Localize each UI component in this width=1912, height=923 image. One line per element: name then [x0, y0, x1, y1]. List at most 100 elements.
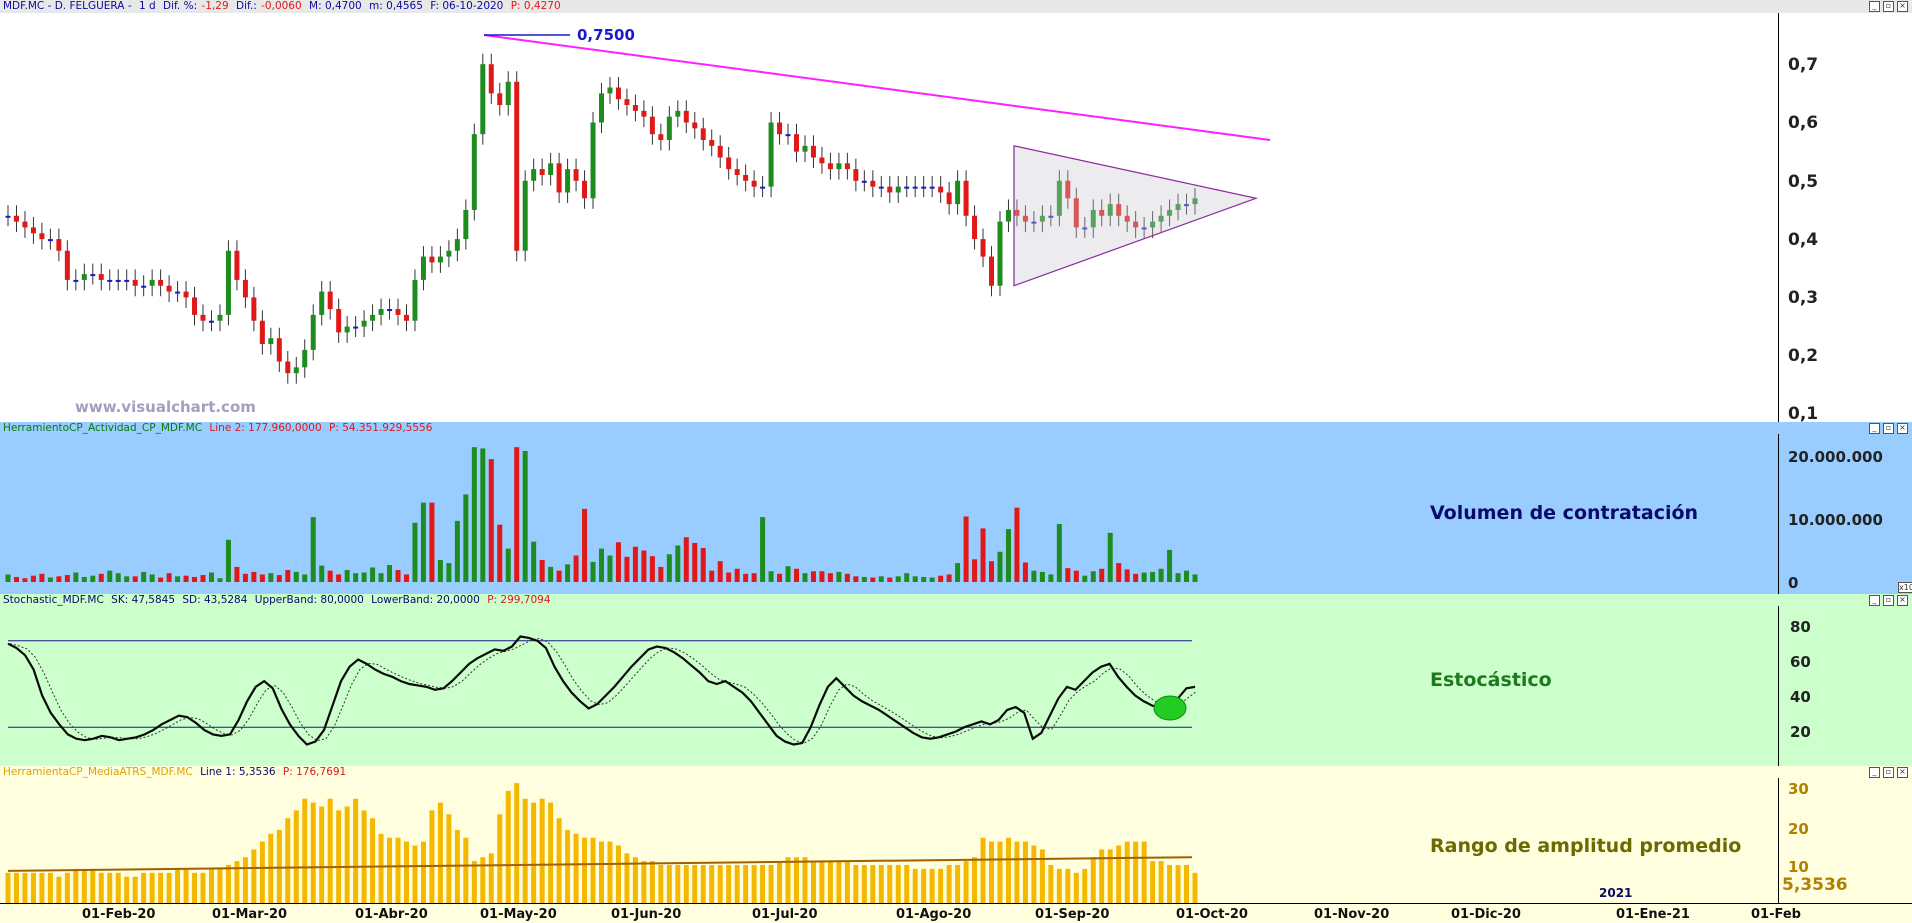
atr-bar	[649, 861, 655, 904]
max-annotation: 0,7500	[577, 26, 635, 44]
atr-bar	[1124, 841, 1130, 904]
volume-bar	[1031, 570, 1037, 582]
candle-body	[175, 291, 181, 294]
candle-body	[641, 110, 647, 117]
candle-body	[531, 169, 537, 181]
atr-bar	[751, 865, 757, 904]
candle-body	[912, 186, 918, 189]
x-tick-label: 01-Jul-20	[752, 907, 818, 922]
atr-bar	[293, 810, 299, 904]
stochastic-sk-line	[7, 635, 1196, 746]
atr-bar	[692, 865, 698, 904]
atr-bar	[141, 872, 147, 904]
volume-bar	[649, 556, 655, 582]
volume-bar	[1014, 507, 1020, 582]
candle-body	[980, 239, 986, 257]
candle-body	[395, 309, 401, 315]
volume-bar	[175, 576, 181, 582]
candle-body	[497, 93, 503, 106]
atr-bar	[1065, 868, 1071, 904]
x-tick-label: 01-Ago-20	[896, 907, 972, 922]
candle-body	[412, 279, 418, 321]
atr-bar	[1022, 841, 1028, 904]
volume-bar	[658, 566, 664, 582]
volume-bar	[683, 537, 689, 582]
volume-bar	[556, 570, 562, 582]
price-y-tick: 0,4	[1788, 230, 1819, 250]
atr-bar	[1141, 841, 1147, 904]
candle-body	[387, 309, 393, 312]
atr-bar	[921, 868, 927, 904]
x-tick-label: 01-Feb-20	[82, 907, 156, 922]
atr-pane: HerramientaCP_MediaATRS_MDF.MC Line 1: 5…	[0, 766, 1912, 922]
candle-body	[810, 145, 816, 158]
volume-bar	[387, 564, 393, 582]
atr-bar	[242, 857, 248, 904]
stochastic-chart[interactable]	[0, 594, 1912, 766]
volume-bar	[844, 573, 850, 582]
price-chart[interactable]	[0, 0, 1912, 422]
candle-body	[200, 314, 206, 321]
volume-bar	[319, 565, 325, 582]
candle-body	[522, 180, 528, 251]
atr-bar	[1184, 865, 1190, 904]
volume-bar	[302, 574, 308, 582]
volume-bar	[276, 575, 282, 582]
candle-body	[107, 279, 113, 282]
candle-body	[870, 180, 876, 187]
candle-body	[895, 186, 901, 193]
volume-bar	[5, 574, 11, 582]
volume-bar	[98, 573, 104, 582]
candle-body	[946, 192, 952, 205]
atr-bar	[802, 857, 808, 904]
candle-body	[904, 186, 910, 189]
atr-bar	[1192, 872, 1198, 904]
candle-body	[751, 180, 757, 187]
volume-bar	[268, 573, 274, 582]
candle-body	[666, 116, 672, 140]
candle-body	[548, 163, 554, 175]
year-marker: 2021	[1599, 886, 1633, 900]
volume-bar	[878, 576, 884, 582]
volume-bar	[336, 574, 342, 582]
candle-body	[675, 110, 681, 117]
atr-bar	[420, 841, 426, 904]
volume-bar	[56, 576, 62, 582]
atr-bar	[1031, 845, 1037, 904]
volume-bar	[90, 575, 96, 582]
volume-bar	[539, 559, 545, 582]
atr-bar	[556, 818, 562, 904]
volume-bar	[963, 516, 969, 582]
volume-bar	[353, 573, 359, 582]
atr-bar	[73, 868, 79, 904]
price-y-tick: 0,6	[1788, 113, 1819, 133]
volume-bar	[285, 570, 291, 582]
candle-body	[743, 174, 749, 181]
volume-bar	[955, 563, 961, 582]
candle-body	[599, 93, 604, 123]
candle-body	[259, 320, 265, 345]
atr-bar	[225, 865, 231, 904]
volume-bar	[217, 578, 223, 582]
volume-bar	[1022, 562, 1028, 582]
candle-body	[90, 274, 96, 277]
volume-bar	[768, 571, 774, 582]
atr-bar	[124, 876, 130, 904]
volume-bar	[370, 567, 376, 582]
atr-bar	[539, 798, 545, 904]
atr-current-value: 5,3536	[1780, 875, 1850, 895]
candle-body	[149, 279, 155, 286]
atr-bar	[1014, 841, 1020, 904]
candle-body	[302, 349, 308, 368]
volume-bar	[183, 575, 189, 582]
atr-bar	[429, 810, 435, 904]
atr-bar	[955, 865, 961, 904]
candle-body	[319, 291, 325, 315]
atr-bar	[522, 798, 528, 904]
atr-bar	[1039, 849, 1045, 904]
volume-bar	[463, 494, 469, 582]
candle-body	[709, 139, 715, 146]
volume-bar	[522, 450, 528, 582]
volume-bar	[853, 576, 859, 582]
atr-bar	[1005, 837, 1011, 904]
